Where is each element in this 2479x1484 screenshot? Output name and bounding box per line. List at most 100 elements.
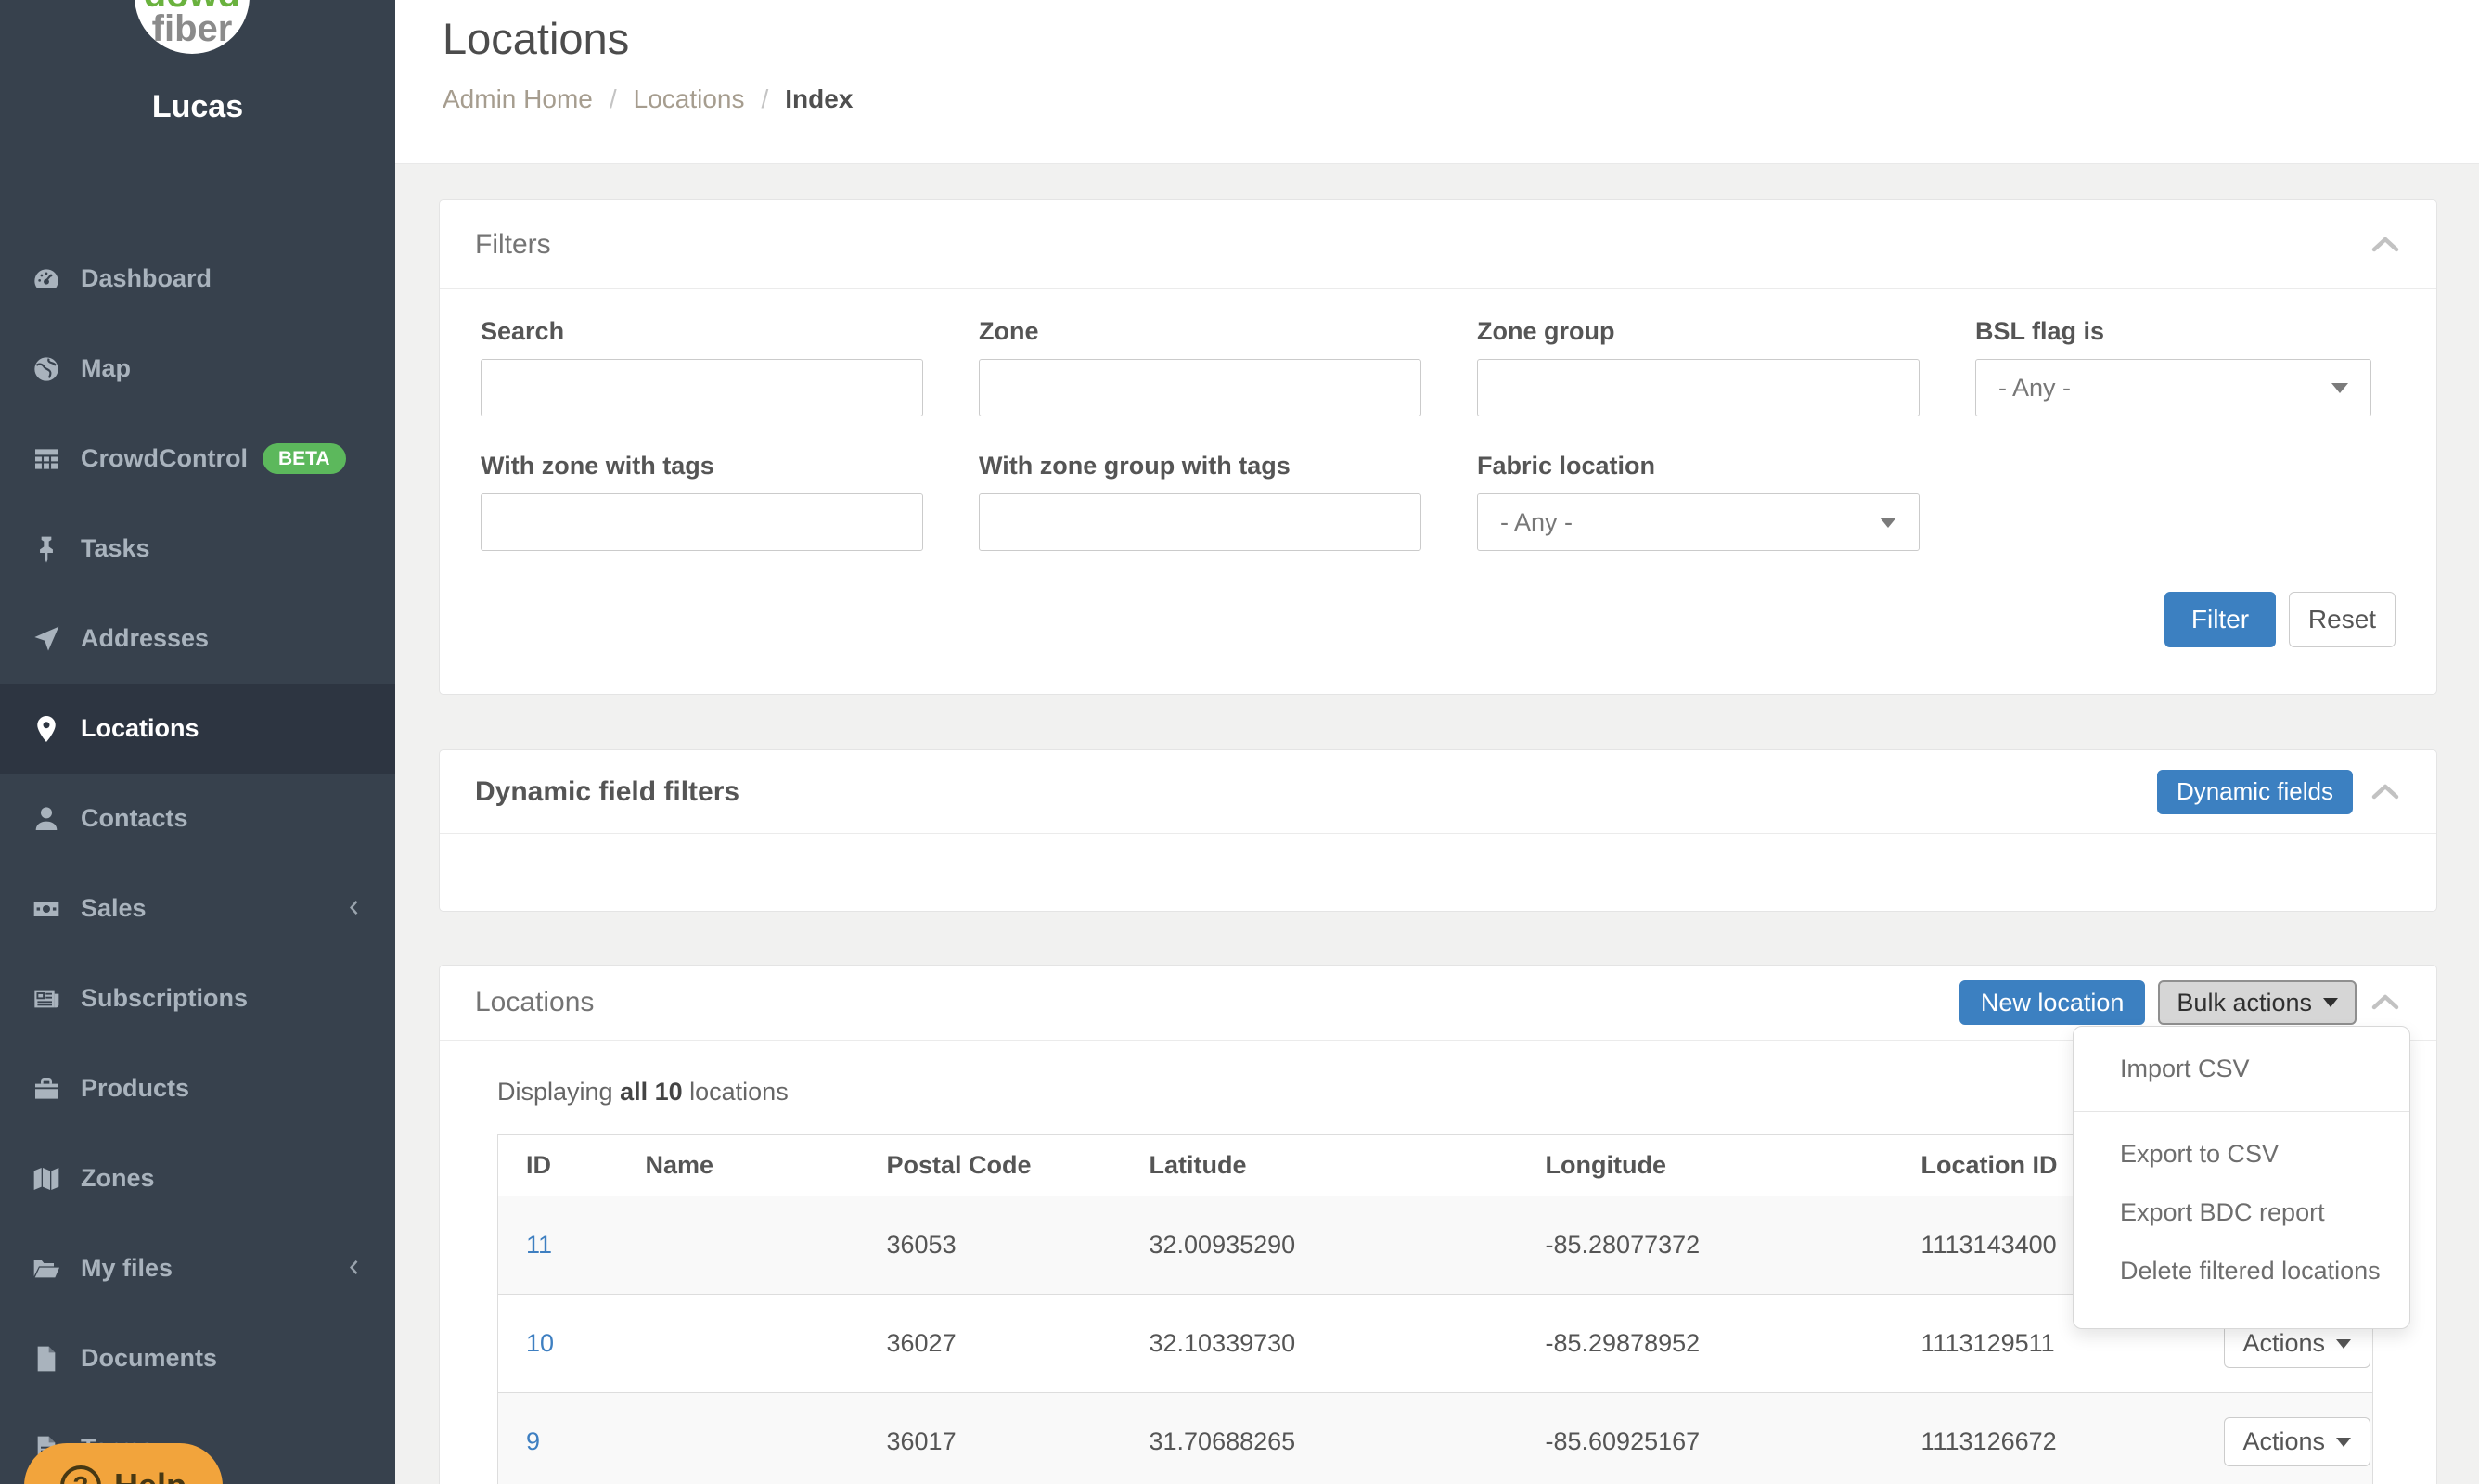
table-row: 9 36017 31.70688265 -85.60925167 1113126… — [498, 1393, 2373, 1484]
bulk-actions-label: Bulk actions — [2177, 989, 2312, 1017]
filters-panel-heading: Filters — [440, 200, 2436, 289]
sidebar-item-map[interactable]: Map — [0, 324, 395, 414]
filters-panel: Filters Search Zone Zone group — [439, 199, 2437, 695]
sidebar-item-label: Documents — [81, 1344, 217, 1373]
collapse-chevron-icon[interactable] — [2370, 234, 2401, 256]
zone-group-tags-input[interactable] — [979, 493, 1421, 551]
collapse-chevron-icon[interactable] — [2370, 781, 2401, 803]
sidebar-item-crowdcontrol[interactable]: CrowdControl BETA — [0, 414, 395, 504]
sidebar-item-label: My files — [81, 1254, 173, 1283]
zone-tags-input[interactable] — [481, 493, 923, 551]
sidebar: dowd fiber Lucas Dashboard Map CrowdCont… — [0, 0, 395, 1484]
page-header: Locations Admin Home / Locations / Index — [395, 0, 2479, 164]
caret-down-icon — [2331, 383, 2348, 393]
sidebar-item-documents[interactable]: Documents — [0, 1313, 395, 1403]
sidebar-nav: Dashboard Map CrowdControl BETA Tasks — [0, 234, 395, 1484]
newspaper-icon — [31, 983, 62, 1015]
zone-group-tags-label: With zone group with tags — [979, 452, 1421, 480]
sidebar-item-dashboard[interactable]: Dashboard — [0, 234, 395, 324]
file-icon — [31, 1343, 62, 1375]
menu-item-export-csv[interactable]: Export to CSV — [2074, 1125, 2409, 1183]
sidebar-item-label: Zones — [81, 1164, 155, 1193]
fabric-location-field-group: Fabric location - Any - — [1477, 452, 1920, 551]
cell-longitude: -85.60925167 — [1518, 1393, 1894, 1484]
sidebar-item-label: Tasks — [81, 534, 150, 563]
sidebar-item-my-files[interactable]: My files — [0, 1223, 395, 1313]
sidebar-item-addresses[interactable]: Addresses — [0, 594, 395, 684]
bsl-flag-select[interactable]: - Any - — [1975, 359, 2371, 416]
cell-longitude: -85.28077372 — [1518, 1196, 1894, 1295]
zone-field-group: Zone — [979, 317, 1421, 416]
help-button-label: Help — [114, 1466, 186, 1484]
sidebar-item-sales[interactable]: Sales — [0, 864, 395, 953]
breadcrumb-admin-home[interactable]: Admin Home — [443, 84, 593, 114]
zone-label: Zone — [979, 317, 1421, 346]
sidebar-item-label: CrowdControl — [81, 444, 248, 473]
fabric-location-value: - Any - — [1500, 508, 1573, 537]
sidebar-item-label: Addresses — [81, 624, 209, 653]
filters-panel-title: Filters — [475, 229, 551, 261]
sidebar-item-tasks[interactable]: Tasks — [0, 504, 395, 594]
locations-panel: Locations New location Bulk actions Impo… — [439, 965, 2437, 1484]
company-logo[interactable]: dowd fiber — [135, 0, 250, 54]
sidebar-item-locations[interactable]: Locations — [0, 684, 395, 774]
results-count: all 10 — [620, 1078, 683, 1106]
fabric-location-select[interactable]: - Any - — [1477, 493, 1920, 551]
zone-input[interactable] — [979, 359, 1421, 416]
sidebar-item-label: Contacts — [81, 804, 188, 833]
help-button[interactable]: ? Help — [24, 1443, 223, 1484]
question-circle-icon: ? — [60, 1465, 101, 1484]
cell-latitude: 32.10339730 — [1122, 1295, 1518, 1393]
cell-postal-code: 36027 — [859, 1295, 1122, 1393]
zone-tags-label: With zone with tags — [481, 452, 923, 480]
collapse-chevron-icon[interactable] — [2370, 991, 2401, 1014]
locations-panel-title: Locations — [475, 987, 594, 1018]
dashboard-gauge-icon — [31, 263, 62, 295]
sidebar-item-subscriptions[interactable]: Subscriptions — [0, 953, 395, 1043]
col-header-longitude: Longitude — [1518, 1135, 1894, 1196]
location-arrow-icon — [31, 623, 62, 655]
breadcrumb-locations[interactable]: Locations — [634, 84, 745, 114]
cell-postal-code: 36017 — [859, 1393, 1122, 1484]
cell-longitude: -85.29878952 — [1518, 1295, 1894, 1393]
menu-item-delete-filtered[interactable]: Delete filtered locations — [2074, 1242, 2409, 1300]
sidebar-item-label: Subscriptions — [81, 984, 248, 1013]
zone-group-label: Zone group — [1477, 317, 1920, 346]
caret-down-icon — [2336, 1339, 2351, 1349]
menu-item-export-bdc[interactable]: Export BDC report — [2074, 1183, 2409, 1242]
logo-text-bottom: fiber — [152, 11, 233, 46]
cell-latitude: 31.70688265 — [1122, 1393, 1518, 1484]
dynamic-fields-button[interactable]: Dynamic fields — [2157, 770, 2353, 814]
bulk-actions-dropdown: Import CSV Export to CSV Export BDC repo… — [2073, 1026, 2410, 1329]
user-name: Lucas — [0, 89, 395, 125]
briefcase-icon — [31, 1073, 62, 1105]
fabric-location-label: Fabric location — [1477, 452, 1920, 480]
folder-open-icon — [31, 1253, 62, 1285]
map-marker-icon — [31, 713, 62, 745]
cell-location-id: 1113126672 — [1894, 1393, 2196, 1484]
cell-latitude: 32.00935290 — [1122, 1196, 1518, 1295]
globe-icon — [31, 353, 62, 385]
cell-name — [618, 1295, 859, 1393]
sidebar-item-contacts[interactable]: Contacts — [0, 774, 395, 864]
reset-button[interactable]: Reset — [2289, 592, 2396, 647]
filter-button[interactable]: Filter — [2164, 592, 2276, 647]
sidebar-item-products[interactable]: Products — [0, 1043, 395, 1133]
row-id-link[interactable]: 11 — [526, 1231, 552, 1259]
row-actions-button[interactable]: Actions — [2224, 1417, 2371, 1466]
bulk-actions-button[interactable]: Bulk actions — [2158, 980, 2357, 1025]
zone-group-input[interactable] — [1477, 359, 1920, 416]
sidebar-item-label: Dashboard — [81, 264, 212, 293]
breadcrumb: Admin Home / Locations / Index — [443, 84, 2479, 114]
dynamic-filters-panel: Dynamic field filters Dynamic fields — [439, 749, 2437, 912]
thumbtack-icon — [31, 533, 62, 565]
new-location-button[interactable]: New location — [1959, 980, 2146, 1025]
row-id-link[interactable]: 10 — [526, 1329, 554, 1357]
menu-item-import-csv[interactable]: Import CSV — [2074, 1040, 2409, 1098]
sidebar-item-label: Products — [81, 1074, 189, 1103]
row-id-link[interactable]: 9 — [526, 1427, 540, 1455]
sidebar-item-zones[interactable]: Zones — [0, 1133, 395, 1223]
zone-group-tags-field-group: With zone group with tags — [979, 452, 1421, 551]
table-grid-icon — [31, 443, 62, 475]
search-input[interactable] — [481, 359, 923, 416]
